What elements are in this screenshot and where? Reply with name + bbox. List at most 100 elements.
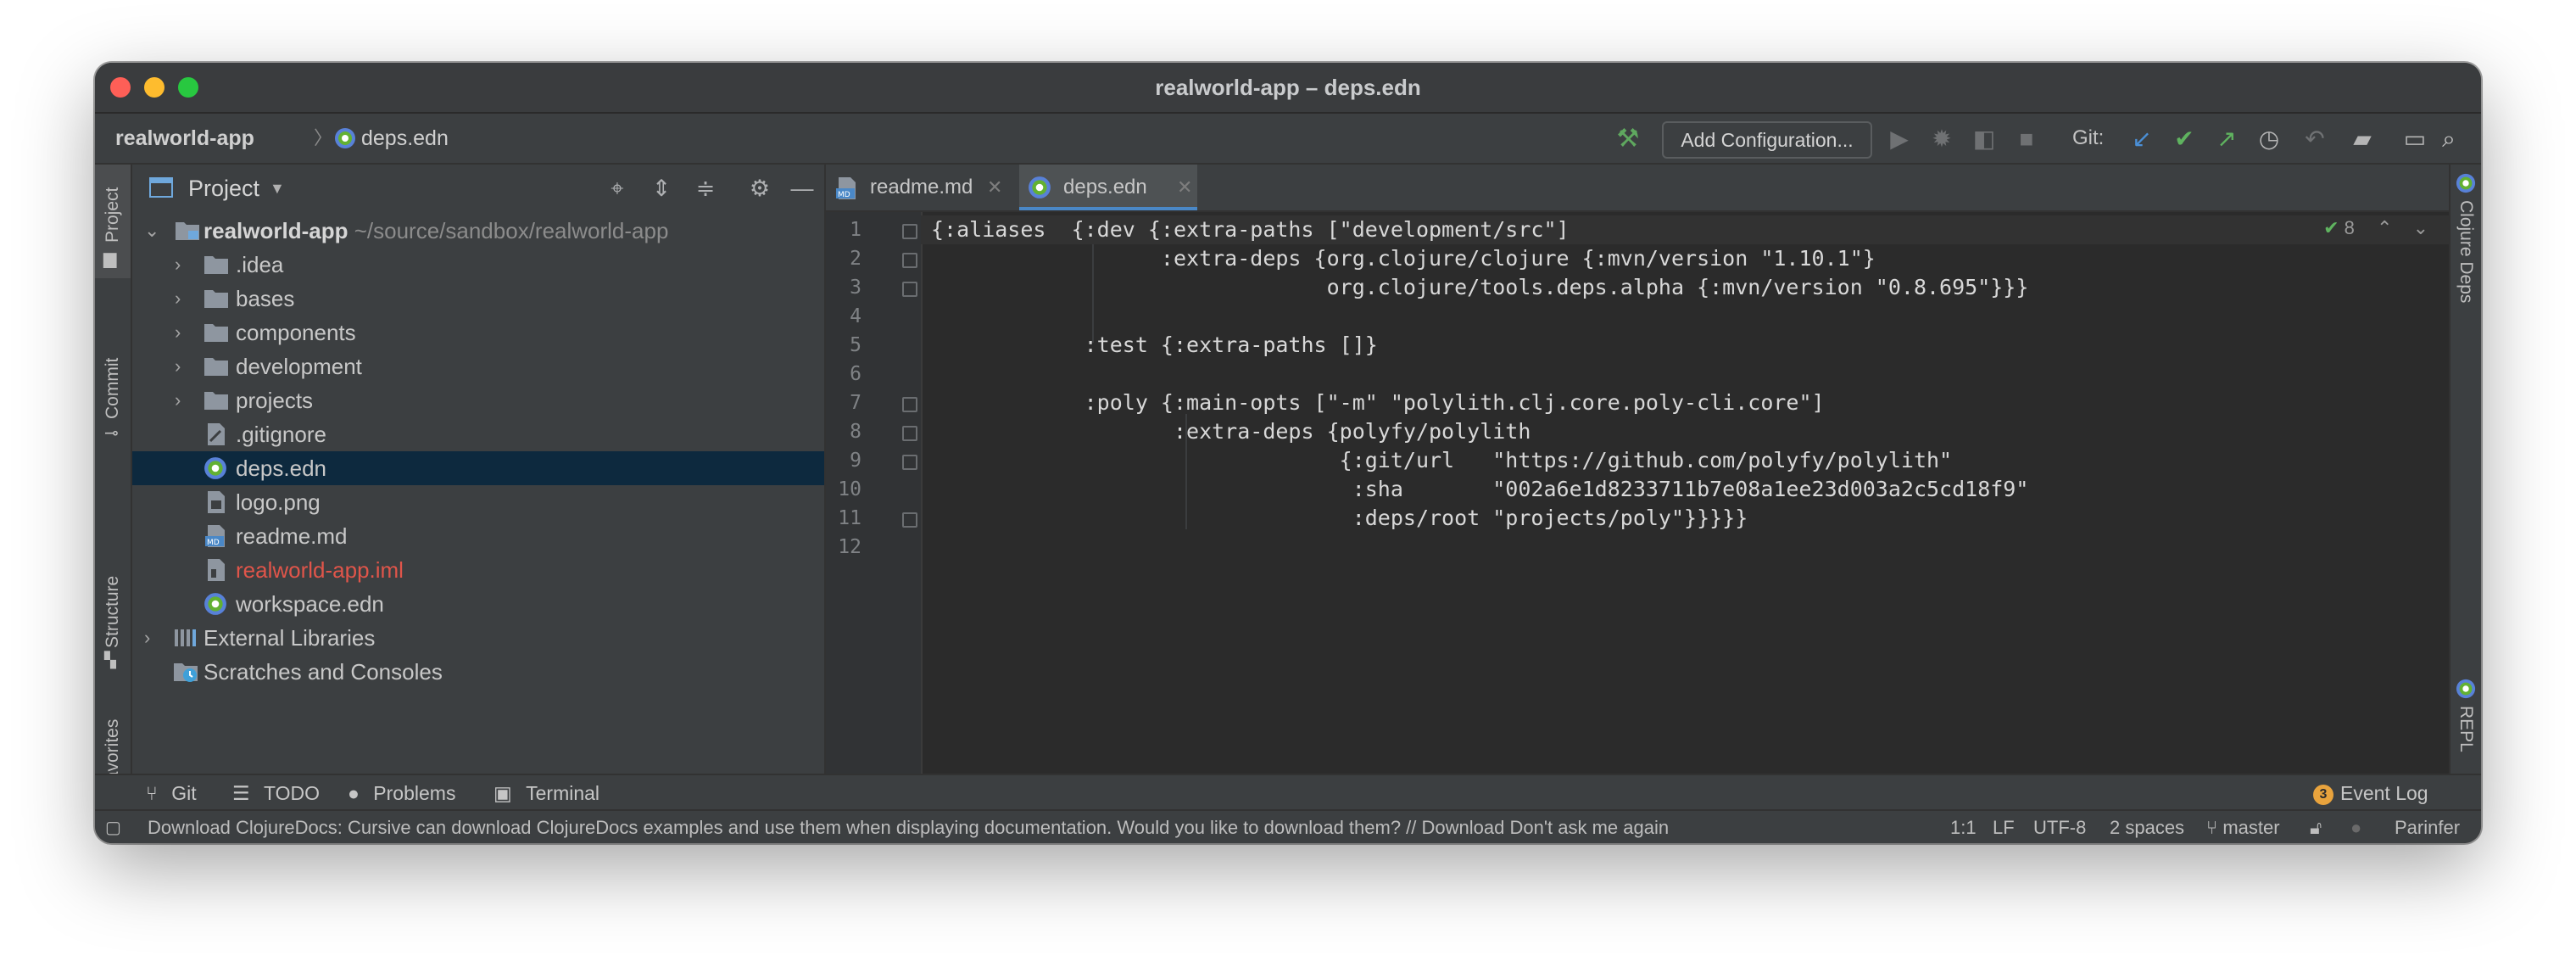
- chevron-down-icon[interactable]: ⌄: [2413, 217, 2428, 238]
- project-structure-icon[interactable]: ▰: [2347, 124, 2378, 154]
- fold-marker-icon[interactable]: [902, 282, 917, 297]
- presentation-mode-icon[interactable]: ▭: [2400, 124, 2430, 154]
- collapse-all-icon[interactable]: ≑: [692, 175, 719, 202]
- chevron-right-icon[interactable]: ›: [175, 316, 181, 349]
- tree-item-projects[interactable]: › projects: [132, 383, 824, 417]
- tree-item-deps-edn[interactable]: deps.edn: [132, 451, 824, 485]
- tree-external-libraries[interactable]: › External Libraries: [132, 621, 824, 655]
- git-commit-icon[interactable]: ✔: [2169, 124, 2200, 154]
- fold-marker-icon[interactable]: [902, 253, 917, 268]
- module-folder-icon: [176, 222, 199, 240]
- chevron-down-icon[interactable]: ⌄: [144, 214, 159, 248]
- tree-item-components[interactable]: › components: [132, 316, 824, 349]
- chevron-up-icon[interactable]: ⌃: [2377, 217, 2392, 238]
- git-history-icon[interactable]: ◷: [2254, 124, 2284, 154]
- tab-readme[interactable]: MD readme.md ✕: [836, 165, 1011, 210]
- code-line: :sha "002a6e1d8233711b7e08a1ee23d003a2c5…: [931, 477, 2029, 501]
- terminal-tool-button[interactable]: ▣ Terminal: [493, 775, 599, 811]
- git-branch-widget[interactable]: ⑂ master: [2206, 811, 2280, 843]
- event-log-button[interactable]: 3 Event Log: [2313, 775, 2428, 811]
- git-update-icon[interactable]: ↙: [2127, 124, 2157, 154]
- tool-windows-icon[interactable]: ▢: [105, 811, 121, 843]
- check-icon: ✔: [2323, 217, 2339, 238]
- tree-item-workspace-edn[interactable]: workspace.edn: [132, 587, 824, 621]
- indent-setting[interactable]: 2 spaces: [2110, 811, 2184, 843]
- tree-item-bases[interactable]: › bases: [132, 282, 824, 316]
- tree-item-development[interactable]: › development: [132, 349, 824, 383]
- project-view-icon: [149, 177, 173, 198]
- markdown-file-icon: MD: [836, 177, 856, 199]
- scratches-icon: [174, 663, 198, 682]
- info-icon: ●: [348, 782, 360, 804]
- chevron-right-icon[interactable]: ›: [175, 282, 181, 316]
- add-configuration-button[interactable]: Add Configuration...: [1662, 121, 1872, 159]
- inspection-widget[interactable]: ✔ 8 ⌃ ⌄: [2323, 217, 2428, 239]
- git-rollback-icon[interactable]: ↶: [2300, 124, 2330, 154]
- clojure-file-icon: [335, 128, 355, 148]
- fold-marker-icon[interactable]: [902, 455, 917, 470]
- caret-position[interactable]: 1:1: [1950, 811, 1977, 843]
- todo-tool-button[interactable]: ☰ TODO: [232, 775, 320, 811]
- folder-icon: [204, 256, 228, 274]
- tool-tab-structure[interactable]: Structure ▚: [95, 555, 131, 674]
- problems-tool-button[interactable]: ● Problems: [348, 775, 455, 811]
- tree-item-gitignore[interactable]: .gitignore: [132, 417, 824, 451]
- code-line: {:git/url "https://github.com/polyfy/pol…: [931, 448, 1953, 472]
- fold-marker-icon[interactable]: [902, 426, 917, 441]
- tree-item-iml[interactable]: realworld-app.iml: [132, 553, 824, 587]
- chevron-right-icon[interactable]: ›: [175, 349, 181, 383]
- breadcrumb-file[interactable]: deps.edn: [361, 114, 449, 163]
- tab-deps-edn[interactable]: deps.edn ✕: [1019, 165, 1197, 210]
- bottom-tool-bar: ⑂ Git ☰ TODO ● Problems ▣ Terminal 3 Even…: [95, 774, 2481, 811]
- tool-tab-clojure-deps[interactable]: Clojure Deps: [2451, 165, 2481, 317]
- lock-icon[interactable]: 🔓︎: [2310, 811, 2322, 843]
- image-file-icon: [208, 491, 225, 513]
- git-label: Git:: [2072, 126, 2105, 149]
- right-tool-strip: Clojure Deps REPL: [2449, 165, 2481, 774]
- fold-marker-icon[interactable]: [902, 224, 917, 239]
- code-content[interactable]: {:aliases {:dev {:extra-paths ["developm…: [921, 212, 2449, 774]
- fold-marker-icon[interactable]: [902, 512, 917, 528]
- clojure-file-icon: [204, 457, 226, 479]
- run-icon[interactable]: ▶: [1884, 124, 1915, 154]
- close-tab-icon[interactable]: ✕: [1177, 165, 1192, 210]
- file-encoding[interactable]: UTF-8: [2033, 811, 2086, 843]
- terminal-icon: ▣: [493, 782, 512, 804]
- coverage-icon[interactable]: ◧: [1969, 124, 1999, 154]
- line-separator[interactable]: LF: [1993, 811, 2015, 843]
- tree-item-logo-png[interactable]: logo.png: [132, 485, 824, 519]
- close-tab-icon[interactable]: ✕: [987, 165, 1002, 210]
- tool-tab-project[interactable]: Project ▆: [95, 165, 131, 278]
- clojure-file-icon: [1029, 176, 1051, 198]
- inspector-icon[interactable]: ●: [2350, 811, 2361, 843]
- tool-tab-repl[interactable]: REPL: [2451, 674, 2481, 758]
- git-push-icon[interactable]: ↗: [2211, 124, 2242, 154]
- parinfer-mode[interactable]: Parinfer: [2395, 811, 2460, 843]
- tree-root-row[interactable]: ⌄ realworld-app ~/source/sandbox/realwor…: [132, 214, 824, 248]
- chevron-down-icon[interactable]: ▼: [270, 165, 285, 212]
- project-panel-title[interactable]: Project: [188, 165, 259, 212]
- tool-tab-commit[interactable]: Commit ⊸: [95, 343, 131, 444]
- gear-icon[interactable]: ⚙: [746, 175, 773, 202]
- tree-item-idea[interactable]: › .idea: [132, 248, 824, 282]
- tree-scratches[interactable]: Scratches and Consoles: [132, 655, 824, 689]
- status-message[interactable]: Download ClojureDocs: Cursive can downlo…: [148, 811, 1669, 843]
- search-icon[interactable]: ⌕: [2434, 124, 2464, 154]
- chevron-right-icon[interactable]: ›: [144, 621, 150, 655]
- title-bar: realworld-app – deps.edn: [95, 63, 2481, 114]
- build-hammer-icon[interactable]: ⚒: [1613, 124, 1643, 154]
- stop-icon[interactable]: ■: [2011, 124, 2042, 154]
- chevron-right-icon[interactable]: ›: [175, 248, 181, 282]
- code-line: :test {:extra-paths []}: [931, 333, 1378, 357]
- event-log-badge: 3: [2313, 784, 2333, 805]
- tree-item-readme[interactable]: MD readme.md: [132, 519, 824, 553]
- breadcrumb-project[interactable]: realworld-app: [115, 114, 254, 163]
- debug-icon[interactable]: ✹: [1926, 124, 1957, 154]
- expand-all-icon[interactable]: ⇕: [648, 175, 675, 202]
- chevron-right-icon[interactable]: ›: [175, 383, 181, 417]
- git-tool-button[interactable]: ⑂ Git: [146, 775, 197, 811]
- locate-file-icon[interactable]: ⌖: [604, 175, 631, 202]
- fold-marker-icon[interactable]: [902, 397, 917, 412]
- hide-panel-icon[interactable]: —: [789, 175, 816, 202]
- folder-icon: [204, 324, 228, 342]
